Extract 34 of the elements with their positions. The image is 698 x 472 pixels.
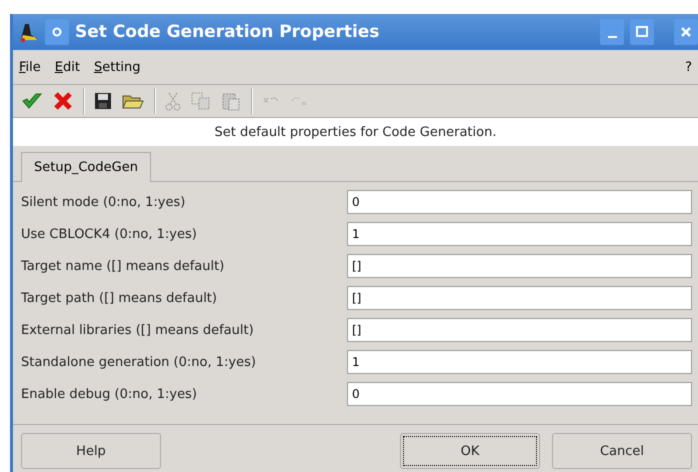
field-label: Enable debug (0:no, 1:yes) xyxy=(20,386,198,402)
field-label: Standalone generation (0:no, 1:yes) xyxy=(20,354,257,370)
field-label: Target path ([] means default) xyxy=(20,290,218,306)
maximize-icon xyxy=(636,26,648,38)
close-button[interactable] xyxy=(674,19,698,45)
description-text: Set default properties for Code Generation. xyxy=(214,124,496,140)
maximize-button[interactable] xyxy=(630,19,654,45)
dialog-button[interactable]: Help xyxy=(21,433,161,469)
close-icon[interactable] xyxy=(53,91,73,111)
window-title: Set Code Generation Properties xyxy=(75,22,380,42)
menu-item[interactable]: Setting xyxy=(94,60,141,74)
input-field[interactable]: 0 xyxy=(347,382,692,406)
input-field[interactable]: [] xyxy=(347,254,692,278)
field-label: External libraries ([] means default) xyxy=(20,322,255,338)
input-field[interactable]: 1 xyxy=(347,350,692,374)
checkmark-icon[interactable] xyxy=(21,91,43,111)
help-menu[interactable]: ? xyxy=(685,60,692,74)
menu-item[interactable]: Edit xyxy=(54,60,80,74)
field-label: Use CBLOCK4 (0:no, 1:yes) xyxy=(20,226,198,242)
input-field[interactable]: [] xyxy=(347,318,692,342)
minimize-button[interactable] xyxy=(600,19,624,45)
dialog-button[interactable]: Cancel xyxy=(552,433,692,469)
menu-item[interactable]: File xyxy=(19,60,41,74)
input-field[interactable]: 0 xyxy=(347,190,692,214)
circle-icon xyxy=(52,27,62,37)
input-field[interactable]: 1 xyxy=(347,222,692,246)
field-label: Target name ([] means default) xyxy=(20,258,226,274)
tab[interactable]: Setup_CodeGen xyxy=(21,152,151,182)
input-field[interactable]: [] xyxy=(347,286,692,310)
dialog-button[interactable]: OK xyxy=(400,433,540,469)
window-menu-button[interactable] xyxy=(45,19,69,45)
close-icon xyxy=(680,26,692,38)
minimize-icon xyxy=(608,36,616,38)
field-label: Silent mode (0:no, 1:yes) xyxy=(20,194,186,210)
